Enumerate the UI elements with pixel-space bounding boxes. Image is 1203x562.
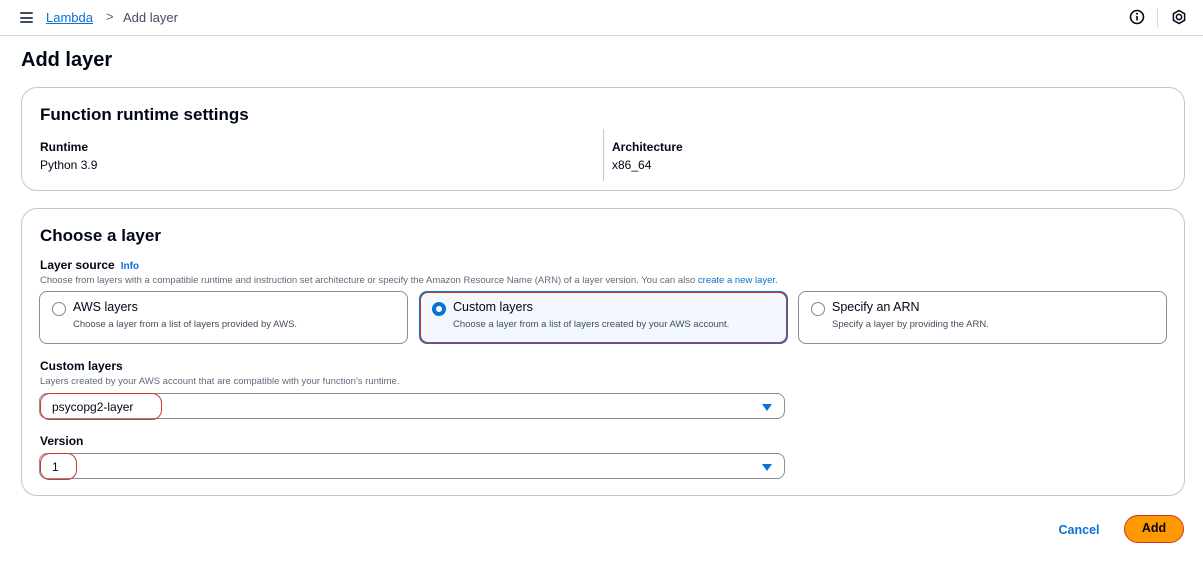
breadcrumb-current: Add layer <box>123 10 178 25</box>
radio-aws-layers[interactable] <box>52 302 66 316</box>
option-description: Choose a layer from a list of layers cre… <box>453 319 730 330</box>
layer-source-text: Layer source <box>40 258 115 272</box>
runtime-settings-title: Function runtime settings <box>40 105 249 124</box>
version-select[interactable]: 1 <box>39 453 785 479</box>
choose-layer-panel: Choose a layer Layer source Info Choose f… <box>21 208 1185 496</box>
option-aws-layers[interactable]: AWS layers Choose a layer from a list of… <box>39 291 408 344</box>
layer-source-desc-text: Choose from layers with a compatible run… <box>40 275 696 286</box>
runtime-label: Runtime <box>40 140 88 154</box>
option-title: AWS layers <box>73 300 138 314</box>
custom-layers-selected-value: psycopg2-layer <box>52 400 134 414</box>
radio-custom-layers[interactable] <box>432 302 446 316</box>
info-circle-icon[interactable] <box>1129 9 1145 25</box>
layer-source-label: Layer source Info <box>40 258 139 272</box>
layer-source-description: Choose from layers with a compatible run… <box>40 275 778 286</box>
choose-layer-title: Choose a layer <box>40 226 161 245</box>
notifications-icon[interactable] <box>1171 9 1187 25</box>
create-layer-link[interactable]: create a new layer. <box>698 275 778 286</box>
architecture-label: Architecture <box>612 140 683 154</box>
option-title: Specify an ARN <box>832 300 920 314</box>
architecture-value: x86_64 <box>612 158 652 172</box>
info-link[interactable]: Info <box>121 261 139 272</box>
breadcrumb-separator: > <box>106 9 114 24</box>
runtime-settings-panel: Function runtime settings Runtime Python… <box>21 87 1185 191</box>
column-divider <box>603 129 604 181</box>
caret-down-icon <box>762 464 772 471</box>
breadcrumb-lambda-link[interactable]: Lambda <box>46 10 93 25</box>
caret-down-icon <box>762 404 772 411</box>
cancel-button[interactable]: Cancel <box>1054 519 1104 541</box>
custom-layers-select[interactable]: psycopg2-layer <box>39 393 785 419</box>
top-navigation-bar: Lambda > Add layer <box>0 0 1203 36</box>
option-title: Custom layers <box>453 300 533 314</box>
option-description: Specify a layer by providing the ARN. <box>832 319 989 330</box>
header-divider <box>1157 8 1158 28</box>
option-description: Choose a layer from a list of layers pro… <box>73 319 298 330</box>
runtime-value: Python 3.9 <box>40 158 98 172</box>
version-label: Version <box>40 434 84 448</box>
option-specify-arn[interactable]: Specify an ARN Specify a layer by provid… <box>798 291 1167 344</box>
menu-icon[interactable] <box>20 12 33 23</box>
custom-layers-description: Layers created by your AWS account that … <box>40 376 400 387</box>
version-selected-value: 1 <box>52 460 59 474</box>
page-title: Add layer <box>21 49 113 71</box>
custom-layers-label: Custom layers <box>40 359 123 373</box>
option-custom-layers[interactable]: Custom layers Choose a layer from a list… <box>419 291 788 344</box>
add-button[interactable]: Add <box>1124 515 1184 543</box>
radio-specify-arn[interactable] <box>811 302 825 316</box>
